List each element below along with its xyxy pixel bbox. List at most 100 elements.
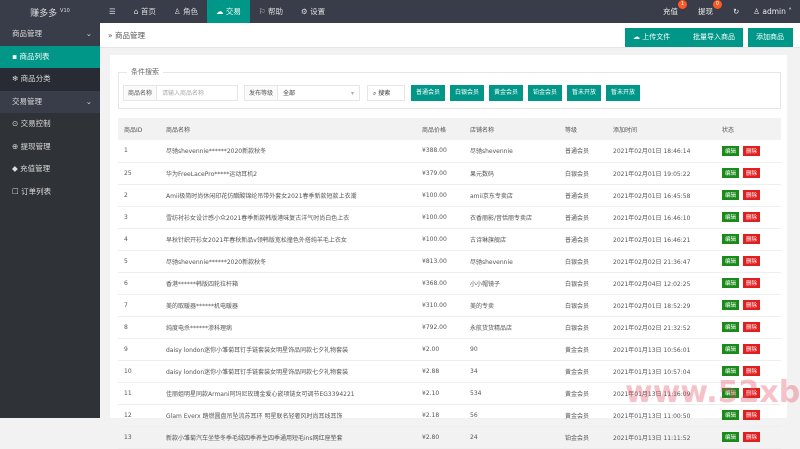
cell: 25 xyxy=(118,162,160,185)
cell: 4 xyxy=(118,228,160,251)
filter-unavailable-2[interactable]: 暂未开放 xyxy=(606,85,641,101)
edit-button[interactable]: 编辑 xyxy=(722,212,740,222)
delete-button[interactable]: 删除 xyxy=(743,300,761,310)
edit-button[interactable]: 编辑 xyxy=(722,234,740,244)
column-header: 等级 xyxy=(559,118,607,140)
sidebar-group-goods[interactable]: 商品管理 ⌄ xyxy=(0,23,100,46)
table-row: 3 雪纺衬衫女设计感小众2021春季新款韩版港味复古洋气时尚白色上衣 ¥100.00… xyxy=(118,206,781,229)
delete-button[interactable]: 删除 xyxy=(743,234,761,244)
edit-button[interactable]: 编辑 xyxy=(722,278,740,288)
level-select[interactable]: 全部 ▾ xyxy=(277,85,360,101)
delete-button[interactable]: 删除 xyxy=(743,145,761,156)
nav-icon: ☁ xyxy=(216,7,224,16)
add-goods-button[interactable]: 添加商品 xyxy=(748,28,793,47)
cell: 早秋针织开衫女2021年春秋新品v领韩版宽松撞色外搭纯羊毛上衣女 xyxy=(160,228,416,251)
cell: 11 xyxy=(118,382,160,405)
filter-gold[interactable]: 黄金会员 xyxy=(489,85,524,101)
cell: 尽驰shevennie******2020新款秋冬 xyxy=(160,140,416,163)
scrollbar[interactable] xyxy=(787,48,800,418)
cell: 普通会员 xyxy=(559,140,607,163)
delete-button[interactable]: 删除 xyxy=(743,322,761,332)
edit-button[interactable]: 编辑 xyxy=(722,145,740,156)
cell: ¥2.88 xyxy=(416,360,464,383)
cell: 尽驰shevennie xyxy=(464,140,559,163)
chevron-down-icon: ⌄ xyxy=(85,29,92,38)
cell: 黄金会员 xyxy=(559,338,607,361)
filter-silver[interactable]: 白银会员 xyxy=(450,85,485,101)
cell: 2021年02月01日 16:45:58 xyxy=(607,184,716,207)
cell: 普通会员 xyxy=(559,228,607,251)
edit-button[interactable]: 编辑 xyxy=(722,322,740,332)
table-row: 2 Amii极简时尚休闲印花仿醋酸锦纶吊带外套女2021春季新款短款上衣潮 ¥100… xyxy=(118,184,781,207)
sidebar-item-goods-category[interactable]: ❄ 商品分类 xyxy=(0,68,100,91)
level-label: 发布等级 xyxy=(244,85,278,101)
edit-button[interactable]: 编辑 xyxy=(722,168,740,178)
delete-button[interactable]: 删除 xyxy=(743,212,761,222)
nav-item-3[interactable]: ☁ 交易 xyxy=(207,0,250,23)
cell: ¥310.00 xyxy=(416,294,464,317)
cell: 白银会员 xyxy=(559,272,607,295)
cell: 美的取暖器******机电暖器 xyxy=(160,294,416,317)
sidebar-item-goods-list[interactable]: ▪ 商品列表 xyxy=(0,45,100,68)
content-card: 条件搜索 商品名称 请输入商品名称 发布等级 全部 ▾ ⌕ 搜索 普通会员 白银会… xyxy=(110,55,787,449)
cell: 佳丽姐明星同款Armani阿玛尼玫瑰金爱心嵌项链女可调节EG3394221 xyxy=(160,382,416,405)
batch-import-button[interactable]: 批量导入商品 xyxy=(685,28,743,47)
sidebar-item-trade-control[interactable]: ⊙ 交易控制 xyxy=(0,113,100,136)
cell: 2021年02月01日 16:46:21 xyxy=(607,228,716,251)
search-icon: ⌕ xyxy=(373,90,377,97)
delete-button[interactable]: 删除 xyxy=(743,410,761,420)
cell: 13 xyxy=(118,426,160,449)
nav-item-4[interactable]: ⚐ 帮助 xyxy=(250,0,292,23)
nav-item-0[interactable]: ☰ xyxy=(100,0,125,23)
cell: 9 xyxy=(118,338,160,361)
delete-button[interactable]: 删除 xyxy=(743,168,761,178)
filter-regular[interactable]: 普通会员 xyxy=(411,85,446,101)
upload-file-button[interactable]: ☁ 上传文件 xyxy=(625,28,685,47)
cell: 美的专卖 xyxy=(464,294,559,317)
edit-button[interactable]: 编辑 xyxy=(722,344,740,354)
sidebar-item-withdraw[interactable]: ⊕ 提现管理 xyxy=(0,136,100,159)
cell: 6 xyxy=(118,272,160,295)
user-menu[interactable]: ♙ admin ˄ xyxy=(753,7,792,16)
withdraw-badge: 0 xyxy=(712,0,722,9)
sidebar-group-trade[interactable]: 交易管理 ⌄ xyxy=(0,90,100,113)
cell: ¥100.00 xyxy=(416,206,464,229)
nav-item-1[interactable]: ⌂ 首页 xyxy=(125,0,165,23)
edit-button[interactable]: 编辑 xyxy=(722,410,740,420)
cell: 黄金会员 xyxy=(559,360,607,383)
refresh-icon[interactable]: ↻ xyxy=(733,7,739,16)
top-nav: ☰ ⌂ 首页 ♙ 角色 ☁ 交易 ⚐ 帮助 ⚙ 设置 xyxy=(100,0,334,23)
cell: 雪纺衬衫女设计感小众2021春季新款韩版港味复古洋气时尚白色上衣 xyxy=(160,206,416,229)
delete-button[interactable]: 删除 xyxy=(743,256,761,266)
edit-button[interactable]: 编辑 xyxy=(722,190,740,200)
delete-button[interactable]: 删除 xyxy=(743,344,761,354)
cell: 香港******韩版四轮拉杆箱 xyxy=(160,272,416,295)
cell: daisy london迷你小雏菊耳钉手链套装女明星饰品同款七夕礼物套装 xyxy=(160,360,416,383)
delete-button[interactable]: 删除 xyxy=(743,432,761,442)
delete-button[interactable]: 删除 xyxy=(743,278,761,288)
search-button[interactable]: ⌕ 搜索 xyxy=(367,85,405,101)
table-row: 5 尽驰shevennie******2020新款秋冬 ¥813.00 尽驰sheve… xyxy=(118,250,781,273)
goods-name-input[interactable]: 请输入商品名称 xyxy=(156,85,238,101)
recharge-link[interactable]: 充值 1 xyxy=(663,0,687,17)
nav-item-5[interactable]: ⚙ 设置 xyxy=(292,0,334,23)
cell: ¥792.00 xyxy=(416,316,464,339)
column-header: 商品ID xyxy=(118,118,160,140)
withdraw-link[interactable]: 提现 0 xyxy=(698,0,722,17)
cell: ¥379.00 xyxy=(416,162,464,185)
edit-button[interactable]: 编辑 xyxy=(722,256,740,266)
delete-button[interactable]: 删除 xyxy=(743,190,761,200)
nav-item-2[interactable]: ♙ 角色 xyxy=(165,0,207,23)
column-header: 商品名称 xyxy=(160,118,416,140)
table-row: 4 早秋针织开衫女2021年春秋新品v领韩版宽松撞色外搭纯羊毛上衣女 ¥100.00… xyxy=(118,228,781,251)
cell: 白银会员 xyxy=(559,294,607,317)
sidebar-item-orders[interactable]: ☐ 订单列表 xyxy=(0,181,100,204)
filter-unavailable-1[interactable]: 暂未开放 xyxy=(567,85,602,101)
cell: 铂金会员 xyxy=(559,426,607,449)
sidebar-item-recharge[interactable]: ◆ 充值管理 xyxy=(0,158,100,181)
filter-platinum[interactable]: 铂金会员 xyxy=(528,85,563,101)
edit-button[interactable]: 编辑 xyxy=(722,432,740,442)
cell: 12 xyxy=(118,404,160,427)
edit-button[interactable]: 编辑 xyxy=(722,300,740,310)
cell: 普通会员 xyxy=(559,206,607,229)
